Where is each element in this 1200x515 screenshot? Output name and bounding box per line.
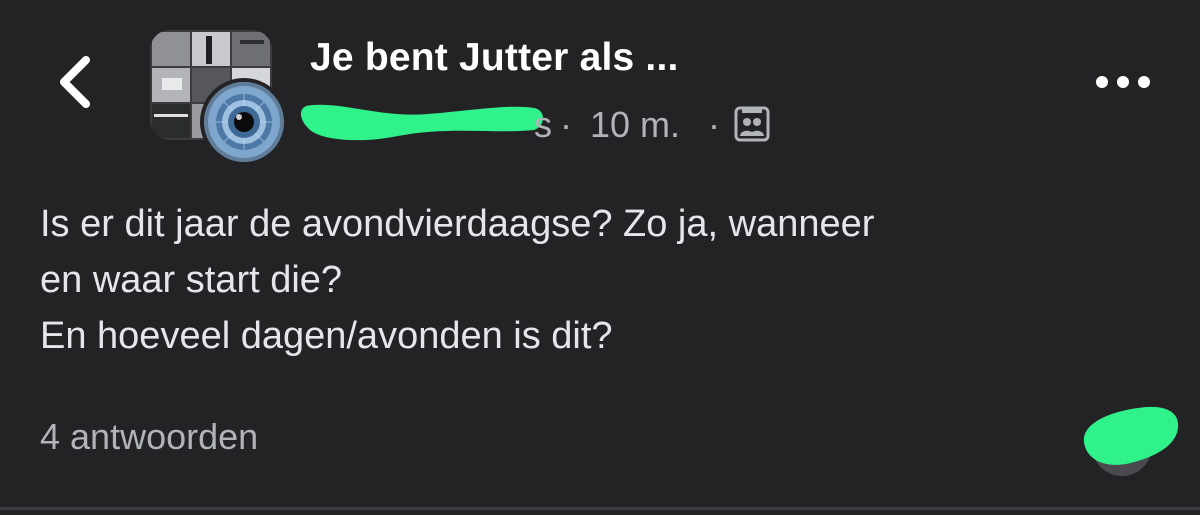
author-name[interactable]: s bbox=[534, 104, 552, 146]
redaction-mark bbox=[300, 104, 543, 141]
post-timestamp[interactable]: 10 m. bbox=[590, 104, 680, 146]
divider bbox=[0, 507, 1200, 510]
post-meta: s · 10 m. · bbox=[298, 96, 798, 156]
replies-link[interactable]: 4 antwoorden bbox=[40, 416, 258, 458]
group-name[interactable]: Je bent Jutter als ... bbox=[310, 36, 679, 80]
post-text-line: Is er dit jaar de avondvierdaagse? Zo ja… bbox=[40, 203, 875, 245]
group-members-icon bbox=[734, 106, 770, 142]
redaction-mark bbox=[1083, 406, 1179, 476]
more-options-button[interactable] bbox=[1090, 62, 1156, 102]
user-avatar[interactable] bbox=[200, 78, 288, 166]
post-text-line: En hoeveel dagen/avonden is dit? bbox=[40, 315, 613, 357]
post-text-line: en waar start die? bbox=[40, 259, 343, 301]
post-text: Is er dit jaar de avondvierdaagse? Zo ja… bbox=[40, 196, 1160, 364]
avatar-stack[interactable] bbox=[150, 30, 290, 166]
back-button[interactable] bbox=[52, 52, 100, 112]
eye-photo bbox=[204, 82, 284, 162]
meta-separator: · bbox=[708, 104, 720, 145]
chevron-left-icon bbox=[60, 56, 90, 108]
meta-separator: · bbox=[560, 104, 572, 145]
more-horizontal-icon bbox=[1096, 76, 1150, 88]
reply-avatar[interactable] bbox=[1078, 398, 1182, 480]
